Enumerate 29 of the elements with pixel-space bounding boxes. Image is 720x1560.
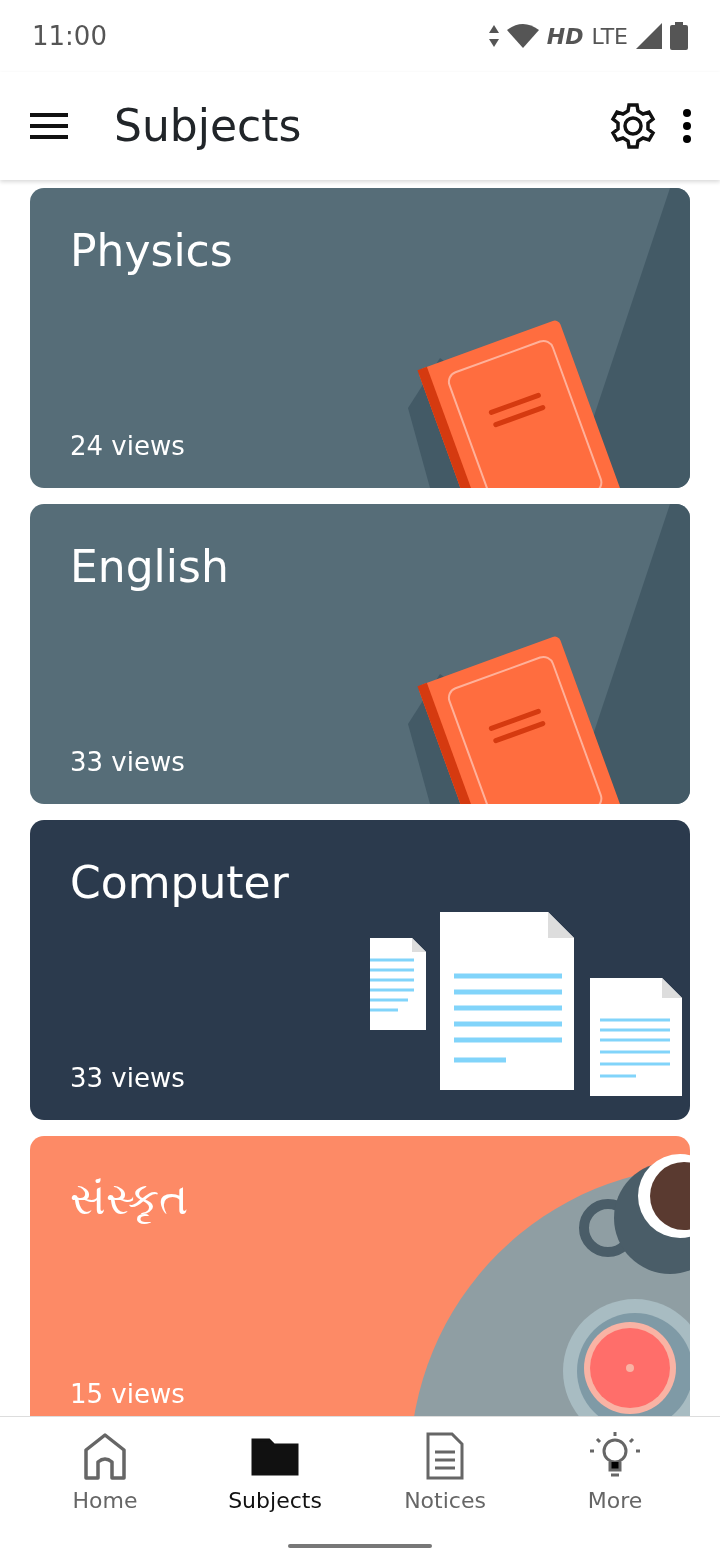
battery-icon bbox=[670, 22, 688, 50]
subject-card[interactable]: Physics 24 views bbox=[30, 188, 690, 488]
nav-tab[interactable]: Subjects bbox=[205, 1427, 345, 1560]
signal-icon bbox=[636, 23, 662, 49]
nav-tab[interactable]: More bbox=[545, 1427, 685, 1560]
wifi-icon bbox=[506, 24, 539, 48]
document-icon bbox=[426, 1432, 464, 1480]
nav-tab[interactable]: Notices bbox=[375, 1427, 515, 1560]
settings-button[interactable] bbox=[608, 101, 658, 151]
subject-card[interactable]: English 33 views bbox=[30, 504, 690, 804]
status-time: 11:00 bbox=[32, 19, 107, 53]
subject-title: Computer bbox=[70, 856, 289, 910]
folder-icon bbox=[251, 1436, 299, 1476]
page-title: Subjects bbox=[114, 99, 303, 153]
view-count: 33 views bbox=[70, 746, 185, 779]
view-count: 24 views bbox=[70, 430, 185, 463]
nav-tab[interactable]: Home bbox=[35, 1427, 175, 1560]
subject-card[interactable]: Computer 33 views bbox=[30, 820, 690, 1120]
hd-label: HD bbox=[546, 22, 584, 51]
subject-title: Physics bbox=[70, 224, 233, 278]
menu-button[interactable] bbox=[30, 113, 68, 139]
view-count: 33 views bbox=[70, 1062, 185, 1095]
overflow-menu-button[interactable] bbox=[682, 109, 692, 143]
home-icon bbox=[82, 1432, 128, 1480]
subject-title: સંસ્કૃત bbox=[70, 1172, 188, 1226]
view-count: 15 views bbox=[70, 1378, 185, 1411]
network-label: LTE bbox=[591, 22, 628, 51]
subject-title: English bbox=[70, 540, 229, 594]
data-arrows-icon bbox=[488, 25, 499, 47]
